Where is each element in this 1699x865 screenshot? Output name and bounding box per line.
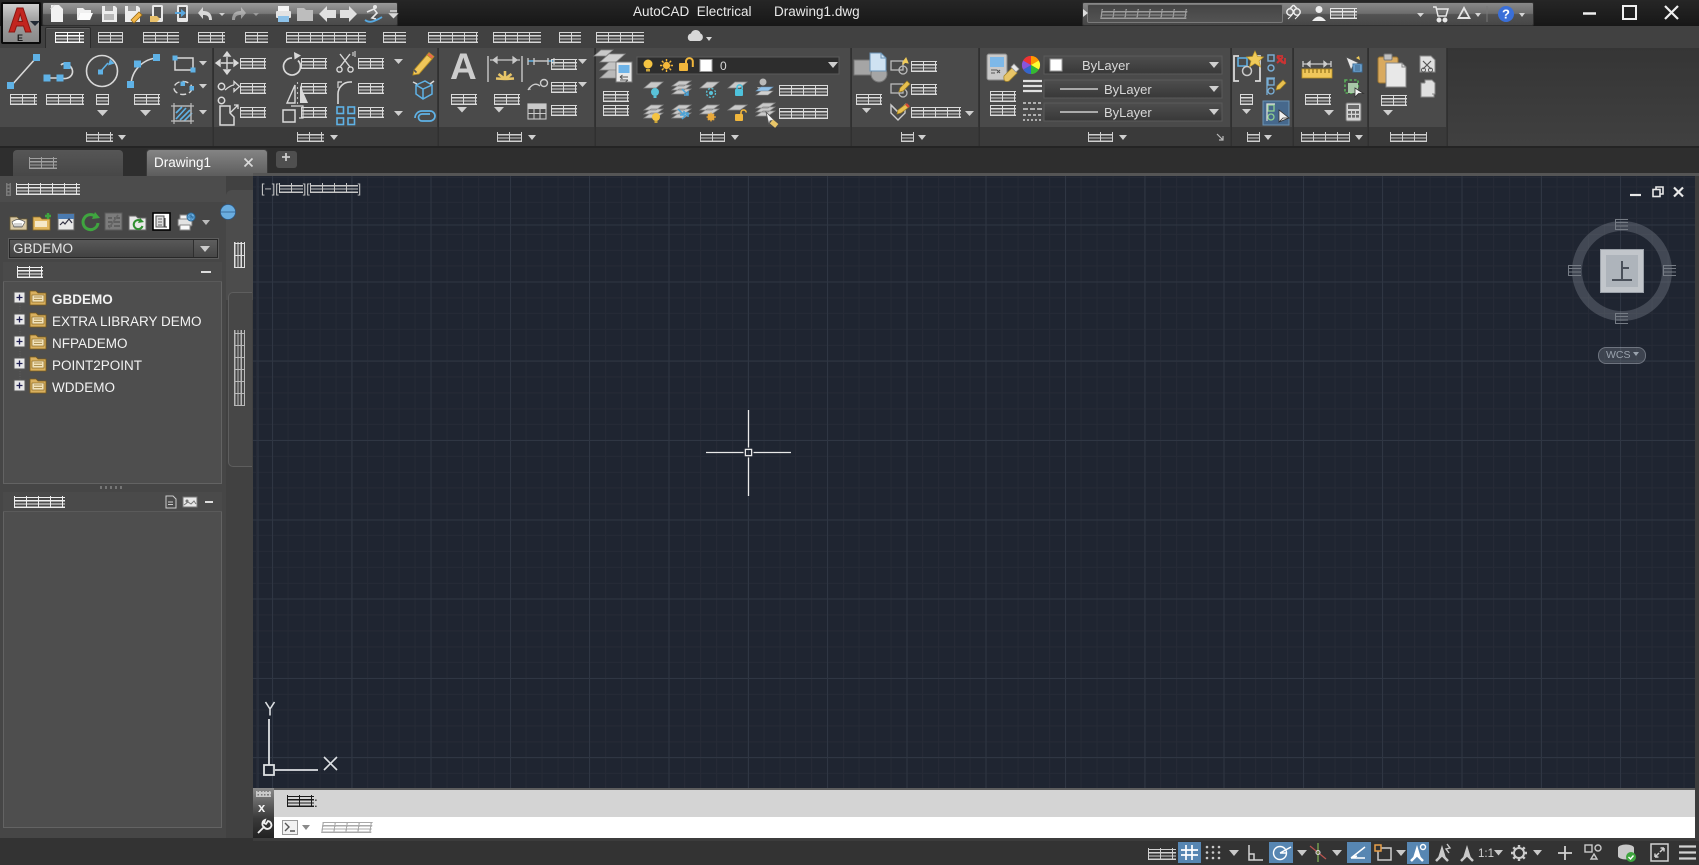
svg-text:?: ? (1502, 7, 1510, 22)
svg-text:1:1: 1:1 (1478, 848, 1494, 860)
svg-text:ByLayer: ByLayer (1104, 82, 1152, 97)
svg-text:ByLayer: ByLayer (1082, 58, 1130, 73)
svg-text:0: 0 (720, 59, 727, 73)
svg-text:E: E (17, 33, 23, 43)
svg-text:ByLayer: ByLayer (1104, 105, 1152, 120)
